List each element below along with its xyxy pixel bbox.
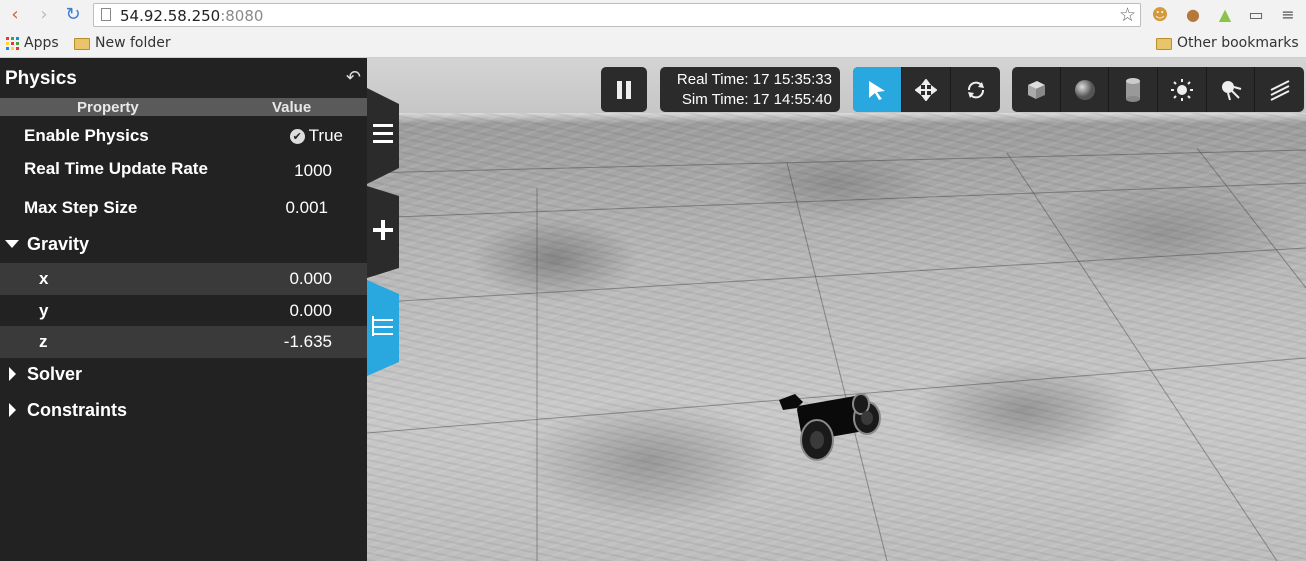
gravity-z-row[interactable]: z -1.635 bbox=[0, 326, 367, 358]
panel-title: Physics bbox=[5, 68, 77, 89]
property-value[interactable]: 0.000 bbox=[289, 301, 332, 321]
page-icon bbox=[101, 8, 111, 21]
cookie-icon[interactable]: ● bbox=[1183, 5, 1203, 25]
ground-grid bbox=[367, 147, 1306, 561]
expand-triangle-icon bbox=[9, 403, 16, 417]
cast-icon[interactable]: ▭ bbox=[1246, 5, 1266, 25]
hamburger-icon bbox=[373, 124, 393, 143]
property-value[interactable]: 0.001 bbox=[285, 198, 328, 218]
extension-icon[interactable]: ☻ bbox=[1150, 5, 1170, 25]
bookmarks-bar: Apps New folder Other bookmarks bbox=[0, 31, 1306, 57]
insert-tab[interactable] bbox=[367, 186, 399, 282]
sphere-icon bbox=[1074, 79, 1095, 100]
property-label: x bbox=[39, 269, 49, 288]
cylinder-icon bbox=[1126, 77, 1141, 102]
bookmark-other-label: Other bookmarks bbox=[1177, 35, 1299, 51]
section-gravity[interactable]: Gravity bbox=[0, 228, 367, 260]
reload-icon[interactable]: ↻ bbox=[62, 5, 84, 25]
browser-chrome: ‹ › ↻ 54.92.58.250:8080 ☆ ☻ ● ▲ ▭ ≡ Apps… bbox=[0, 0, 1306, 58]
address-bar[interactable]: 54.92.58.250:8080 ☆ bbox=[93, 3, 1141, 27]
point-light-button[interactable] bbox=[1158, 67, 1207, 112]
section-solver[interactable]: Solver bbox=[0, 358, 367, 390]
property-row-max-step-size[interactable]: Max Step Size 0.001 bbox=[0, 192, 367, 224]
box-icon bbox=[1027, 80, 1045, 99]
back-icon[interactable]: ‹ bbox=[4, 5, 26, 25]
enable-physics-value: True bbox=[308, 126, 343, 145]
section-label: Constraints bbox=[27, 400, 128, 420]
sun-icon bbox=[1170, 78, 1193, 101]
pause-button[interactable] bbox=[601, 67, 647, 112]
forward-icon[interactable]: › bbox=[33, 5, 55, 25]
checkmark-icon: ✔ bbox=[289, 129, 305, 144]
column-value: Value bbox=[272, 99, 312, 116]
menu-icon[interactable]: ≡ bbox=[1278, 5, 1298, 25]
physics-panel: Physics ↶ Property Value Enable Physics … bbox=[0, 58, 367, 561]
bookmark-new-folder-label: New folder bbox=[95, 35, 171, 51]
property-label: z bbox=[39, 332, 48, 351]
spot-light-button[interactable] bbox=[1207, 67, 1256, 112]
panel-header: Physics ↶ bbox=[0, 58, 367, 98]
tree-list-icon bbox=[372, 316, 393, 336]
box-button[interactable] bbox=[1012, 67, 1061, 112]
move-icon bbox=[915, 78, 937, 101]
bookmark-apps-label: Apps bbox=[24, 35, 59, 51]
folder-icon bbox=[1156, 38, 1172, 50]
real-time: Real Time: 17 15:35:33 bbox=[676, 71, 832, 88]
property-value[interactable]: ✔ True bbox=[289, 126, 343, 146]
column-header: Property Value bbox=[0, 98, 367, 116]
property-row-real-time-update-rate[interactable]: Real Time Update Rate 1000 bbox=[0, 155, 367, 187]
cylinder-button[interactable] bbox=[1109, 67, 1159, 112]
sim-time: Sim Time: 17 14:55:40 bbox=[681, 91, 832, 108]
bookmark-other[interactable]: Other bookmarks bbox=[1156, 35, 1299, 51]
translate-mode-button[interactable] bbox=[902, 67, 951, 112]
apps-grid-icon bbox=[6, 36, 19, 50]
time-display: Real Time: 17 15:35:33 Sim Time: 17 14:5… bbox=[660, 67, 840, 112]
gravity-y-row[interactable]: y 0.000 bbox=[0, 295, 367, 327]
property-label: Enable Physics bbox=[24, 126, 149, 145]
property-value[interactable]: 1000 bbox=[294, 161, 332, 181]
pause-icon bbox=[617, 80, 631, 99]
scene-viewport[interactable]: Real Time: 17 15:35:33 Sim Time: 17 14:5… bbox=[367, 58, 1306, 561]
sphere-button[interactable] bbox=[1061, 67, 1110, 112]
android-icon[interactable]: ▲ bbox=[1215, 5, 1235, 25]
arrow-cursor-icon bbox=[869, 80, 885, 100]
back-arrow-icon[interactable]: ↶ bbox=[346, 67, 361, 88]
bookmark-star-icon[interactable]: ☆ bbox=[1119, 4, 1136, 27]
property-label: y bbox=[39, 301, 49, 320]
section-label: Gravity bbox=[27, 234, 90, 254]
rotate-mode-button[interactable] bbox=[951, 67, 1000, 112]
rotate-icon bbox=[967, 81, 984, 98]
section-constraints[interactable]: Constraints bbox=[0, 394, 367, 426]
url-port: :8080 bbox=[220, 7, 264, 25]
select-mode-button[interactable] bbox=[853, 67, 902, 112]
rover-model[interactable] bbox=[775, 388, 885, 468]
bookmark-new-folder[interactable]: New folder bbox=[74, 35, 171, 51]
directional-light-button[interactable] bbox=[1255, 67, 1304, 112]
property-label: Real Time Update Rate bbox=[24, 159, 208, 178]
property-value[interactable]: -1.635 bbox=[284, 332, 332, 352]
gravity-x-row[interactable]: x 0.000 bbox=[0, 263, 367, 295]
insert-group bbox=[1012, 67, 1304, 112]
bookmark-apps[interactable]: Apps bbox=[6, 35, 59, 51]
property-value[interactable]: 0.000 bbox=[289, 269, 332, 289]
property-row-enable-physics[interactable]: Enable Physics ✔ True bbox=[0, 120, 367, 152]
property-label: Max Step Size bbox=[24, 198, 138, 217]
properties-tab[interactable] bbox=[367, 280, 399, 376]
folder-icon bbox=[74, 38, 90, 50]
collapse-triangle-icon bbox=[5, 240, 19, 248]
column-property: Property bbox=[77, 99, 139, 116]
menu-tab[interactable] bbox=[367, 88, 399, 186]
section-label: Solver bbox=[27, 364, 83, 384]
pause-group bbox=[601, 67, 647, 112]
url-host: 54.92.58.250 bbox=[120, 7, 221, 25]
spotlight-icon bbox=[1221, 80, 1241, 100]
expand-triangle-icon bbox=[9, 367, 16, 381]
directional-light-icon bbox=[1270, 79, 1290, 101]
mode-group bbox=[853, 67, 1000, 112]
